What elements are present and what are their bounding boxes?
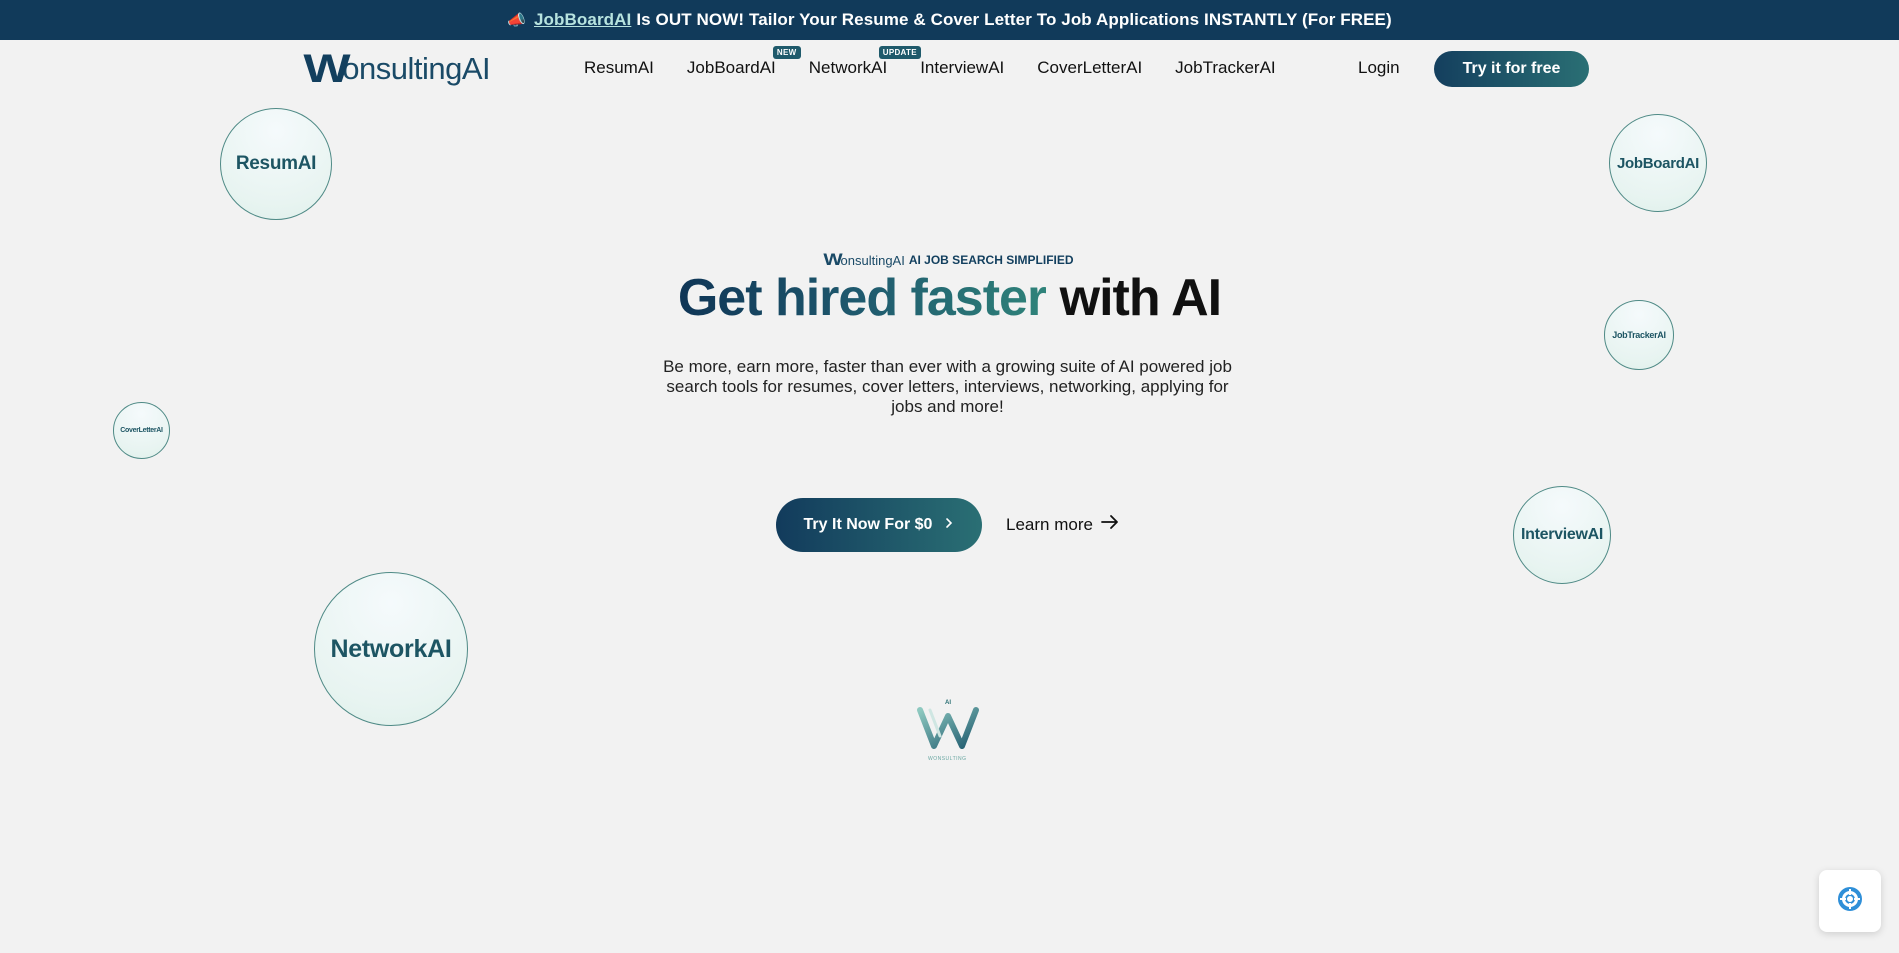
announcement-text: Is OUT NOW! Tailor Your Resume & Cover L… [636,10,1392,29]
logo-initial: W [303,46,350,91]
bubble-resumai[interactable]: ResumAI [220,108,332,220]
nav-item-jobtrackerai[interactable]: JobTrackerAI [1175,58,1275,78]
hero-tagline: WonsultingAI AI JOB SEARCH SIMPLIFIED [0,250,1899,270]
headline-dark: with AI [1059,269,1222,327]
tagline-logo: WonsultingAI [823,250,905,269]
tagline-text: AI JOB SEARCH SIMPLIFIED [908,253,1074,267]
nav-links: ResumAI JobBoardAI NEW NetworkAI UPDATE … [584,46,1309,78]
chevron-right-icon [944,516,954,534]
hero-subtext: Be more, earn more, faster than ever wit… [663,357,1232,416]
nav-item-resumai[interactable]: ResumAI [584,58,654,78]
logo-text: onsultingAI [342,51,491,86]
nav-item-jobboardai[interactable]: JobBoardAI NEW [686,46,801,78]
bubble-interviewai[interactable]: InterviewAI [1513,486,1611,584]
update-badge: UPDATE [878,46,921,59]
nav-item-coverletterai[interactable]: CoverLetterAI [1037,58,1142,78]
emblem-small-text: AI [945,700,951,706]
nav-item-label: NetworkAI [808,58,888,77]
page-title: Get hired faster with AI [0,268,1899,328]
help-widget-button[interactable] [1819,870,1881,932]
announcement-link[interactable]: JobBoardAI [534,10,631,30]
lifebuoy-icon [1837,886,1863,917]
nav-item-interviewai[interactable]: InterviewAI [920,58,1004,78]
nav-item-label: JobBoardAI [686,58,776,77]
bubble-jobboardai[interactable]: JobBoardAI [1609,114,1707,212]
wonsulting-logo[interactable]: WonsultingAI [303,47,491,91]
emblem-caption: WONSULTING [928,756,967,762]
new-badge: NEW [772,46,801,59]
learn-more-label: Learn more [1006,514,1093,534]
announcement-bar: 📣 JobBoardAI Is OUT NOW! Tailor Your Res… [0,0,1899,40]
wonsulting-emblem: AI WONSULTING [912,700,984,766]
nav-item-networkai[interactable]: NetworkAI UPDATE [808,46,921,78]
top-navigation: WonsultingAI ResumAI JobBoardAI NEW Netw… [0,40,1899,100]
cta-label: Try It Now For $0 [803,516,933,533]
bubble-networkai[interactable]: NetworkAI [314,572,468,726]
nav-item-label: ResumAI [584,58,654,77]
bubble-coverletterai[interactable]: CoverLetterAI [113,402,170,459]
arrow-right-icon [1101,514,1119,535]
nav-item-label: JobTrackerAI [1175,58,1276,77]
nav-item-label: InterviewAI [920,58,1005,77]
try-it-now-button[interactable]: Try It Now For $0 [776,498,982,552]
nav-item-label: CoverLetterAI [1037,58,1143,77]
megaphone-icon: 📣 [507,12,526,29]
login-link[interactable]: Login [1358,58,1400,78]
try-it-for-free-button[interactable]: Try it for free [1434,51,1589,87]
headline-gradient: Get hired faster [677,269,1047,327]
learn-more-link[interactable]: Learn more [1006,514,1119,535]
